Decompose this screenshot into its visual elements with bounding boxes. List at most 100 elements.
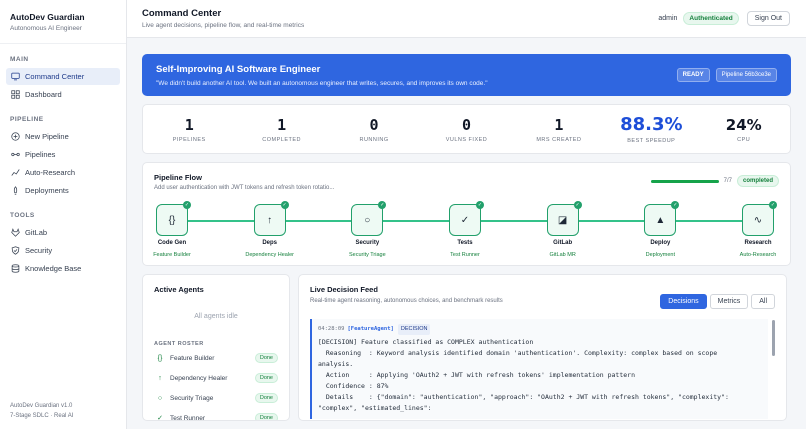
sidebar-item-gitlab[interactable]: GitLab (6, 224, 120, 241)
stats-bar: 1 PIPELINES 1 COMPLETED 0 RUNNING 0 VULNS FIXED… (142, 104, 791, 154)
stage-deploy[interactable]: ▲ ✓ Deploy Deployment (625, 201, 695, 258)
check-icon: ✓ (280, 201, 289, 209)
stage-security[interactable]: ○ ✓ Security Security Triage (332, 201, 402, 258)
stat-best-speedup: 88.3% BEST SPEEDUP (605, 105, 697, 153)
log-tag: DECISION (397, 324, 431, 335)
stage-icon: ◪ ✓ (546, 201, 582, 236)
page-subtitle: Live agent decisions, pipeline flow, and… (142, 22, 305, 29)
stage-name: Deps (262, 240, 277, 246)
stat-completed: 1 COMPLETED (235, 105, 327, 153)
version-text: AutoDev Guardian v1.0 (10, 403, 73, 409)
tab-all[interactable]: All (751, 294, 775, 309)
log-line: [DECISION] Feature classified as COMPLEX… (318, 338, 534, 346)
stage-icon: ○ ✓ (351, 201, 387, 236)
gitlab-icon (11, 228, 20, 237)
pipeline-flow-card: Pipeline Flow Add user authentication wi… (142, 162, 791, 266)
progress-count: 7/7 (723, 178, 732, 184)
feed-tabs: Decisions Metrics All (657, 294, 775, 309)
stage-glyph: ▲ (655, 214, 666, 226)
stage-glyph: {} (168, 214, 176, 226)
sidebar-item-label: Deployments (25, 186, 69, 195)
log-time: 04:28:09 (318, 326, 345, 332)
stage-name: Deploy (650, 240, 671, 246)
agent-name: Security Triage (170, 394, 214, 402)
sidebar-item-label: Command Center (25, 72, 85, 81)
stat-label: RUNNING (359, 136, 389, 143)
tab-decisions[interactable]: Decisions (660, 294, 707, 309)
sidebar-item-label: Auto-Research (25, 168, 76, 177)
user-name: admin (658, 15, 678, 22)
database-icon (11, 264, 20, 273)
stat-value: 1 (277, 115, 287, 134)
stage-agent: Feature Builder (153, 252, 191, 258)
sidebar-item-command-center[interactable]: Command Center (6, 68, 120, 85)
hero-quote: "We didn't build another AI tool. We bui… (156, 79, 488, 87)
sign-out-button[interactable]: Sign Out (746, 11, 790, 26)
nav-section-main: MAIN (10, 56, 29, 63)
sidebar-item-label: Knowledge Base (25, 264, 82, 273)
topbar: Command Center Live agent decisions, pip… (127, 0, 806, 38)
sidebar-item-auto-research[interactable]: Auto-Research (6, 164, 120, 181)
stage-agent: Dependency Healer (245, 252, 294, 258)
grid-icon (11, 90, 20, 99)
sidebar-item-label: Security (25, 246, 53, 255)
log-line: "complex", "estimated_lines": (318, 404, 432, 412)
stat-value: 24% (725, 115, 762, 134)
sidebar-item-deployments[interactable]: Deployments (6, 182, 120, 199)
check-icon: ✓ (769, 201, 777, 209)
sidebar-item-dashboard[interactable]: Dashboard (6, 86, 120, 103)
sidebar-item-label: Dashboard (25, 90, 62, 99)
stage-tests[interactable]: ✓ ✓ Tests Test Runner (430, 201, 500, 258)
log-line: Confidence : 87% (318, 382, 389, 390)
stage-agent: Test Runner (450, 252, 480, 258)
agent-status-badge: Done (254, 373, 278, 383)
stat-mrs-created: 1 MRS CREATED (513, 105, 605, 153)
chart-icon (11, 169, 20, 176)
ready-badge: READY (676, 68, 710, 82)
plus-circle-icon (11, 132, 20, 141)
decision-feed-card: Live Decision Feed Real-time agent reaso… (298, 274, 787, 421)
stage-text: 7-Stage SDLC · Real AI (10, 413, 74, 419)
agent-status-badge: Done (254, 353, 278, 363)
stat-value: 1 (554, 115, 564, 134)
sidebar-nav: MAIN Command Center Dashboard PIPELINE New P… (0, 44, 126, 277)
log-entry: 04:28:09 [FeatureAgent] DECISION [DECISI… (310, 319, 768, 419)
check-icon: ✓ (183, 201, 191, 209)
stat-label: PIPELINES (172, 136, 206, 143)
stage-icon: ▲ ✓ (644, 201, 680, 236)
roster-item-feature-builder: {} Feature Builder Done (154, 349, 278, 367)
sidebar-item-knowledge-base[interactable]: Knowledge Base (6, 260, 120, 277)
sidebar: AutoDev Guardian Autonomous AI Engineer … (0, 0, 127, 429)
agent-icon: ○ (157, 394, 163, 402)
stage-icon: {} ✓ (156, 201, 191, 236)
log-lines: [DECISION] Feature classified as COMPLEX… (318, 337, 762, 414)
sidebar-item-new-pipeline[interactable]: New Pipeline (6, 128, 120, 145)
pipeline-progress: 7/7 completed (650, 175, 779, 187)
stage-deps[interactable]: ↑ ✓ Deps Dependency Healer (235, 201, 305, 258)
progress-fill (650, 179, 719, 183)
stage-gitlab[interactable]: ◪ ✓ GitLab GitLab MR (528, 201, 598, 258)
sidebar-item-pipelines[interactable]: Pipelines (6, 146, 120, 163)
tab-metrics[interactable]: Metrics (709, 294, 749, 309)
stage-glyph: ✓ (460, 214, 470, 226)
branch-icon (11, 152, 20, 157)
agent-icon: ✓ (157, 415, 163, 421)
stage-code-gen[interactable]: {} ✓ Code Gen Feature Builder (137, 201, 207, 258)
stage-name: GitLab (553, 240, 573, 246)
stage-agent: Security Triage (348, 252, 386, 258)
roster-item-test-runner: ✓ Test Runner Done (154, 409, 278, 421)
sidebar-item-security[interactable]: Security (6, 242, 120, 259)
feed-title: Live Decision Feed (310, 285, 378, 294)
feed-scrollbar[interactable] (772, 320, 775, 356)
stage-agent: GitLab MR (549, 252, 576, 258)
agents-idle-text: All agents idle (194, 313, 238, 320)
check-icon: ✓ (671, 201, 680, 209)
roster-item-security-triage: ○ Security Triage Done (154, 389, 278, 407)
log-agent: [FeatureAgent] (347, 326, 394, 332)
stat-pipelines: 1 PIPELINES (143, 105, 235, 153)
nav-section-pipeline: PIPELINE (10, 116, 44, 123)
stage-research[interactable]: ∿ ✓ Research Auto-Research (723, 201, 793, 258)
stat-value: 0 (461, 115, 471, 134)
log-line: Details : {"domain": "authentication", "… (318, 393, 729, 401)
pipeline-id-badge: Pipeline 56b3ce3e (715, 68, 777, 82)
